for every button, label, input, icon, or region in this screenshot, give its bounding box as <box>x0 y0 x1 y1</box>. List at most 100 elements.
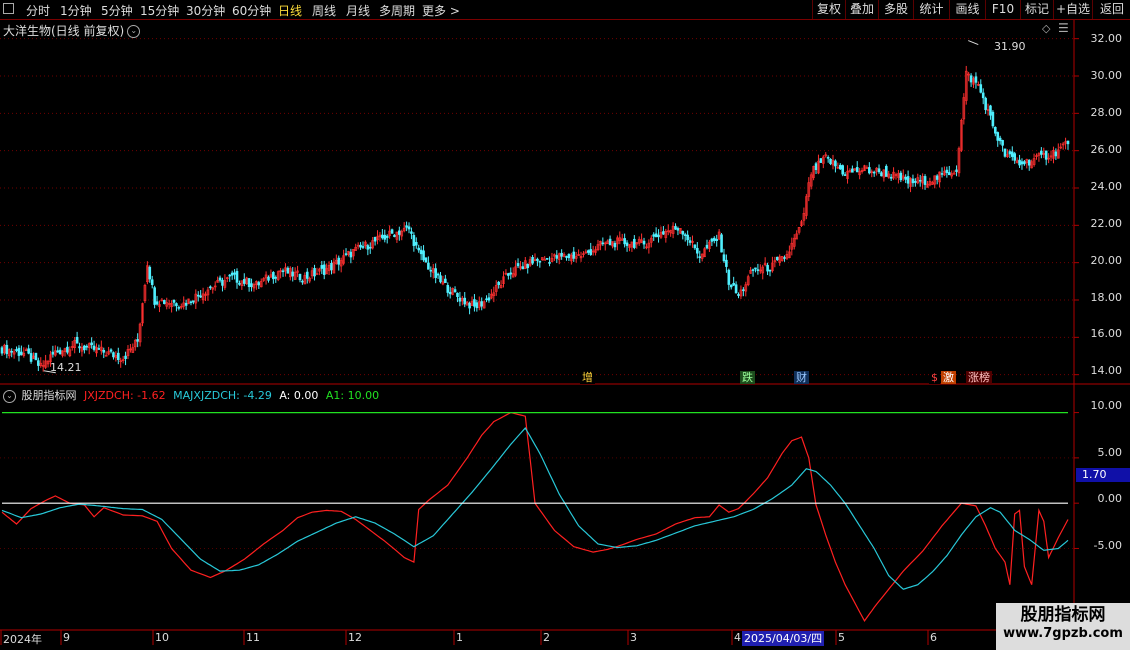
candle-body <box>75 336 79 344</box>
candle-body <box>608 238 612 246</box>
candle-body <box>686 234 689 241</box>
candle-body <box>453 289 457 293</box>
candle-body <box>884 165 888 177</box>
candle-body <box>1003 148 1007 157</box>
candle-body <box>1054 151 1058 157</box>
candle-body <box>889 176 893 179</box>
candle-body <box>163 300 166 304</box>
candle-body <box>994 126 997 134</box>
candle-body <box>434 268 437 278</box>
candle-body <box>463 297 467 305</box>
indicator-axis-label: 0.00 <box>1097 492 1123 505</box>
candle-body <box>192 300 195 303</box>
candle-body <box>417 247 421 251</box>
stock-chart[interactable] <box>0 0 1130 650</box>
candle-body <box>407 226 411 230</box>
candle-body <box>981 92 985 99</box>
stock-title[interactable]: 大洋生物(日线 前复权) ⌄ <box>3 22 141 39</box>
candle-body <box>545 258 549 260</box>
candle-body <box>257 282 261 286</box>
candle-body <box>819 158 823 163</box>
chevron-down-icon[interactable]: ⌄ <box>3 389 16 403</box>
candle-body <box>487 297 491 301</box>
candle-body <box>373 236 377 242</box>
price-axis-label: 18.00 <box>1090 291 1123 304</box>
candle-body <box>548 262 551 264</box>
candle-body <box>720 234 723 253</box>
candle-body <box>969 75 973 83</box>
price-axis-label: 24.00 <box>1090 180 1123 193</box>
event-marker[interactable]: 跌 <box>740 371 755 384</box>
event-marker[interactable]: 财 <box>794 371 809 384</box>
indicator-header: ⌄ 股朋指标网 JXJZDCH: -1.62 MAJXJZDCH: -4.29 … <box>3 387 383 403</box>
candle-body <box>116 352 120 361</box>
candle-body <box>868 167 871 174</box>
candle-body <box>1008 151 1012 155</box>
candle-body <box>531 257 534 264</box>
watermark-name: 股朋指标网 <box>1020 605 1106 625</box>
candle-body <box>313 268 316 277</box>
candle-body <box>17 347 21 356</box>
candle-body <box>725 259 728 267</box>
candle-body <box>410 231 413 234</box>
candle-body <box>766 264 769 272</box>
candle-body <box>230 272 234 276</box>
time-axis-label: 6 <box>930 631 937 644</box>
event-marker[interactable]: 激 <box>941 371 956 384</box>
menu-icon[interactable]: ☰ <box>1058 21 1069 35</box>
indicator-name[interactable]: 股朋指标网 <box>22 389 77 402</box>
candle-body <box>654 233 658 238</box>
stock-title-text: 大洋生物(日线 前复权) <box>3 24 125 38</box>
candle-body <box>58 349 62 355</box>
chevron-down-icon[interactable]: ⌄ <box>127 25 141 38</box>
candle-body <box>681 231 685 235</box>
candle-body <box>729 284 733 288</box>
candle-body <box>756 269 760 271</box>
candle-body <box>657 234 660 238</box>
candle-body <box>366 245 370 250</box>
candle-body <box>56 350 60 353</box>
candle-body <box>979 84 983 93</box>
candle-body <box>5 344 9 355</box>
candle-body <box>829 159 832 165</box>
time-axis-label: 9 <box>63 631 70 644</box>
candle-body <box>998 137 1002 142</box>
candle-body <box>393 234 396 238</box>
price-axis-label: 16.00 <box>1090 327 1123 340</box>
candle-body <box>233 272 236 275</box>
indicator-axis-label: 5.00 <box>1097 446 1123 459</box>
candle-body <box>715 239 719 241</box>
candle-body <box>109 349 113 352</box>
candle-body <box>172 299 176 303</box>
price-axis-label: 22.00 <box>1090 217 1123 230</box>
event-marker[interactable]: $ <box>929 371 940 384</box>
candle-body <box>385 235 389 238</box>
candle-body <box>538 260 542 263</box>
candle-body <box>940 173 944 175</box>
candle-body <box>274 277 278 279</box>
event-marker[interactable]: 增 <box>580 371 595 384</box>
candle-body <box>742 289 745 291</box>
candle-body <box>439 275 442 283</box>
candle-body <box>855 167 859 173</box>
candle-body <box>34 352 38 361</box>
time-axis-label: 12 <box>348 631 362 644</box>
candle-body <box>90 342 93 346</box>
event-marker[interactable]: 涨榜 <box>966 371 992 384</box>
candle-body <box>899 172 903 181</box>
candle-body <box>737 294 740 296</box>
candle-body <box>698 256 702 258</box>
candle-body <box>526 263 530 269</box>
diamond-icon[interactable]: ◇ <box>1042 22 1050 35</box>
candle-body <box>29 353 33 362</box>
candle-body <box>414 242 418 246</box>
indicator-value-a1: A1: 10.00 <box>325 389 380 402</box>
candle-body <box>368 246 372 249</box>
candle-body <box>947 172 951 176</box>
candle-body <box>427 262 430 270</box>
candle-body <box>536 258 539 261</box>
candle-body <box>955 169 958 172</box>
candle-body <box>877 168 881 173</box>
candle-body <box>872 171 876 174</box>
candle-body <box>1027 159 1031 166</box>
